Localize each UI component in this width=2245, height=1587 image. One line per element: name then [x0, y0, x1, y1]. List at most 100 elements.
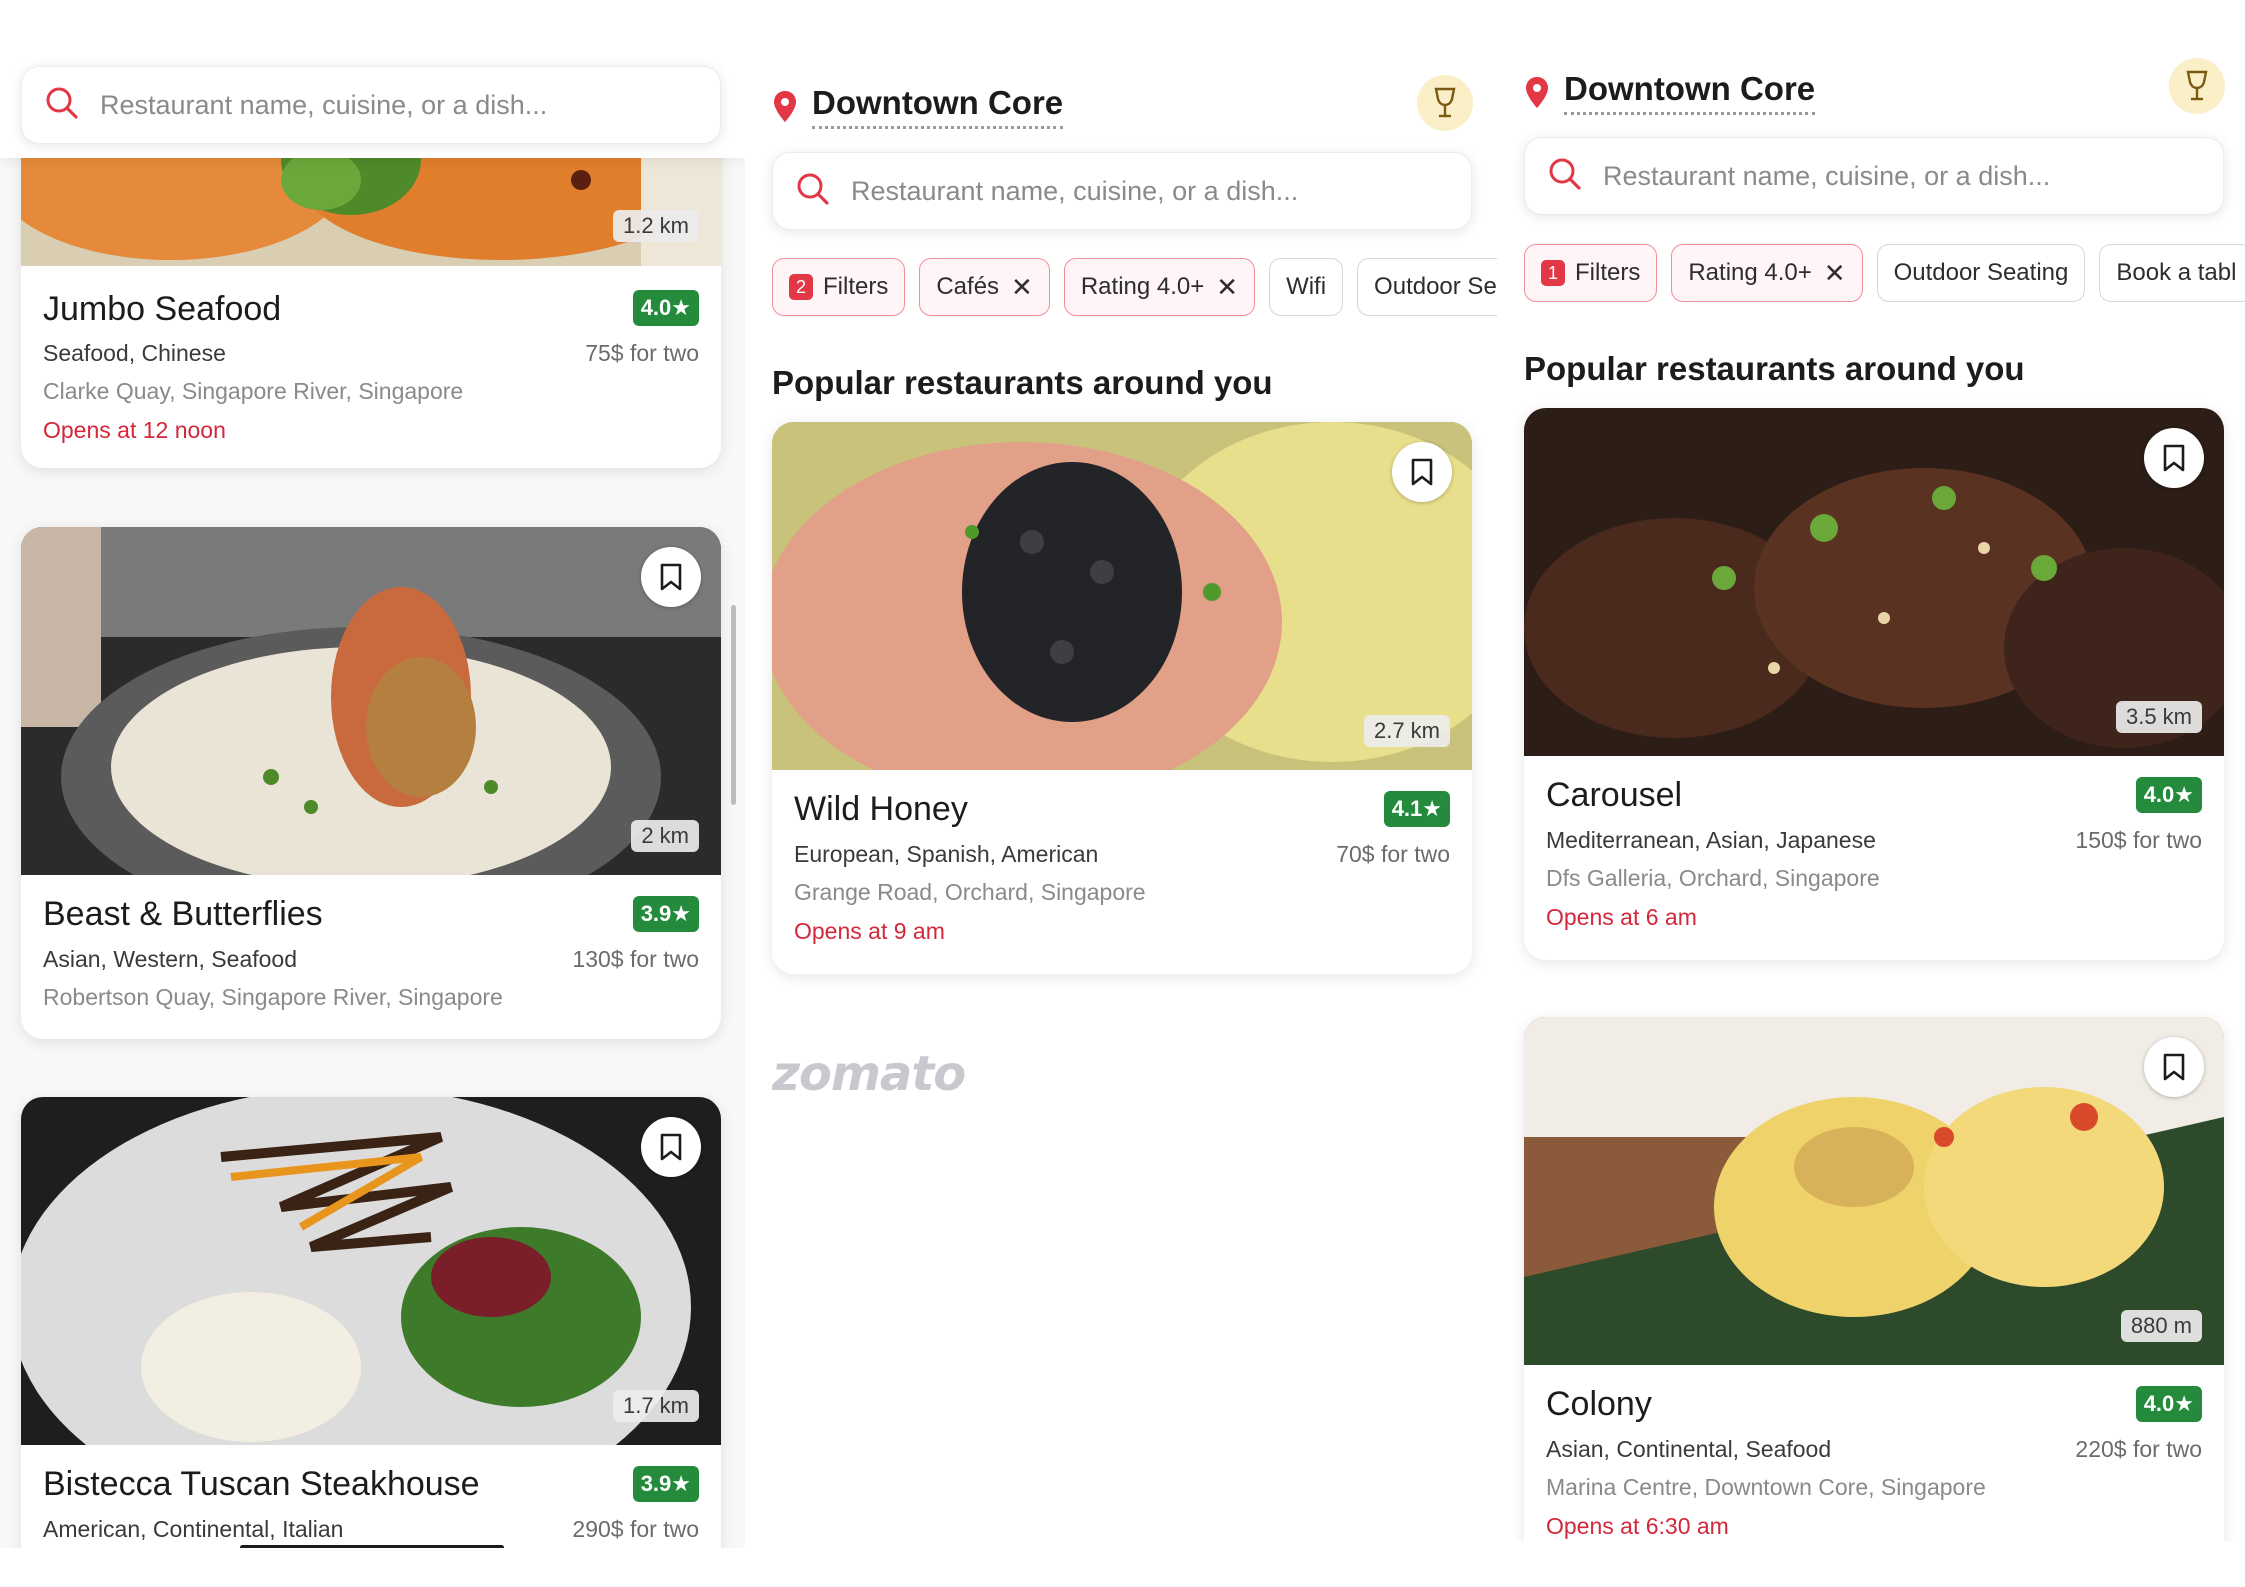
chip-label: Filters	[1575, 259, 1641, 286]
restaurant-name[interactable]: Carousel	[1546, 776, 1682, 815]
rating-badge: 4.1★	[1383, 791, 1450, 827]
collections-button[interactable]	[1417, 75, 1473, 131]
opening-time: Opens at 9 am	[794, 918, 945, 944]
distance-badge: 1.2 km	[612, 210, 699, 242]
price-text: 150$ for two	[2075, 827, 2202, 853]
bookmark-button[interactable]	[2144, 1037, 2204, 1097]
chip-wifi[interactable]: Wifi	[1269, 258, 1344, 316]
rating-badge: 3.9★	[632, 1466, 699, 1502]
location-name[interactable]: Downtown Core	[1564, 70, 1816, 115]
search-icon	[1547, 156, 1583, 197]
cuisine-text: Mediterranean, Asian, Japanese	[1546, 827, 1876, 853]
distance-badge: 1.7 km	[612, 1390, 699, 1422]
search-icon	[44, 85, 80, 126]
bookmark-icon	[2163, 1053, 2185, 1081]
address-text: Grange Road, Orchard, Singapore	[794, 879, 1146, 905]
chip-label: Outdoor Sea	[1374, 273, 1497, 300]
bookmark-button[interactable]	[641, 547, 701, 607]
address-text: Robertson Quay, Singapore River, Singapo…	[43, 984, 503, 1010]
zomato-logo: zomato	[772, 1046, 966, 1102]
opening-time: Opens at 6:30 am	[1546, 1513, 1729, 1539]
cuisine-text: Seafood, Chinese	[43, 340, 226, 366]
restaurant-card-bistecca[interactable]: 1.7 km Bistecca Tuscan Steakhouse 3.9★ A…	[21, 1097, 721, 1567]
location-pin-icon	[774, 90, 796, 122]
bookmark-icon	[660, 1133, 682, 1161]
location-name[interactable]: Downtown Core	[812, 84, 1064, 129]
restaurant-card-wild-honey[interactable]: 2.7 km Wild Honey 4.1★ European, Spanish…	[772, 422, 1472, 974]
wine-glass-icon	[1434, 87, 1456, 118]
bookmark-icon	[660, 563, 682, 591]
panel-rating-filter: Downtown Core Restaurant name, cuisine, …	[1504, 0, 2245, 1587]
chip-label: Rating 4.0+	[1688, 259, 1812, 286]
restaurant-name[interactable]: Bistecca Tuscan Steakhouse	[43, 1465, 480, 1504]
price-text: 75$ for two	[585, 340, 699, 366]
search-bar[interactable]: Restaurant name, cuisine, or a dish...	[1524, 137, 2224, 215]
restaurant-photo	[21, 527, 721, 875]
filter-chips: 1 Filters Rating 4.0+ ✕ Outdoor Seating …	[1524, 244, 2245, 302]
scrollbar[interactable]	[731, 605, 736, 805]
search-input[interactable]: Restaurant name, cuisine, or a dish...	[100, 90, 547, 121]
bookmark-button[interactable]	[2144, 428, 2204, 488]
chip-label: Filters	[823, 273, 889, 300]
search-input[interactable]: Restaurant name, cuisine, or a dish...	[851, 176, 1298, 207]
close-icon[interactable]: ✕	[1824, 258, 1846, 289]
cuisine-text: Asian, Western, Seafood	[43, 946, 297, 972]
bookmark-button[interactable]	[641, 1117, 701, 1177]
bottom-cutoff	[1504, 1541, 2245, 1587]
chip-outdoor-seating[interactable]: Outdoor Sea	[1357, 258, 1497, 316]
collections-button[interactable]	[2169, 58, 2225, 114]
chip-label: Outdoor Seating	[1893, 259, 2069, 286]
location-selector[interactable]: Downtown Core	[772, 84, 1064, 129]
chip-book-a-table[interactable]: Book a tabl	[2099, 244, 2245, 302]
restaurant-name[interactable]: Beast & Butterflies	[43, 895, 323, 934]
bookmark-icon	[1411, 458, 1433, 486]
cuisine-text: European, Spanish, American	[794, 841, 1099, 867]
restaurant-name[interactable]: Jumbo Seafood	[43, 290, 281, 329]
close-icon[interactable]: ✕	[1216, 272, 1238, 303]
wine-glass-icon	[2186, 70, 2208, 101]
restaurant-name[interactable]: Colony	[1546, 1385, 1652, 1424]
cuisine-text: Asian, Continental, Seafood	[1546, 1436, 1832, 1462]
distance-badge: 880 m	[2120, 1310, 2202, 1342]
price-text: 290$ for two	[572, 1516, 699, 1542]
chip-cafes[interactable]: Cafés ✕	[919, 258, 1050, 316]
search-icon	[795, 171, 831, 212]
restaurant-card-beast-butterflies[interactable]: 2 km Beast & Butterflies 3.9★ Asian, Wes…	[21, 527, 721, 1039]
location-selector[interactable]: Downtown Core	[1524, 70, 1816, 115]
chip-filters[interactable]: 1 Filters	[1524, 244, 1658, 302]
section-title: Popular restaurants around you	[1524, 350, 2025, 387]
restaurant-card-colony[interactable]: 880 m Colony 4.0★ Asian, Continental, Se…	[1524, 1017, 2224, 1577]
search-bar[interactable]: Restaurant name, cuisine, or a dish...	[772, 152, 1472, 230]
chip-rating[interactable]: Rating 4.0+ ✕	[1063, 258, 1256, 316]
chip-outdoor-seating[interactable]: Outdoor Seating	[1876, 244, 2086, 302]
chip-filters[interactable]: 2 Filters	[772, 258, 906, 316]
panel-results-scrolled: 1.2 km Jumbo Seafood 4.0★ Seafood, Chine…	[0, 0, 745, 1587]
chip-label: Wifi	[1286, 273, 1327, 300]
rating-badge: 3.9★	[632, 896, 699, 932]
restaurant-photo	[1524, 1017, 2224, 1365]
filter-chips: 2 Filters Cafés ✕ Rating 4.0+ ✕ Wifi Out…	[772, 258, 1497, 316]
search-bar[interactable]: Restaurant name, cuisine, or a dish...	[21, 66, 721, 144]
distance-badge: 2 km	[631, 820, 699, 852]
price-text: 70$ for two	[1336, 841, 1450, 867]
panel-cafes-filter: Downtown Core Restaurant name, cuisine, …	[752, 0, 1497, 1587]
filter-count-badge: 2	[789, 274, 813, 300]
address-text: Clarke Quay, Singapore River, Singapore	[43, 378, 464, 404]
chip-rating[interactable]: Rating 4.0+ ✕	[1671, 244, 1863, 302]
distance-badge: 2.7 km	[1363, 715, 1450, 747]
chip-label: Book a tabl	[2116, 259, 2237, 286]
opening-time: Opens at 6 am	[1546, 904, 1697, 930]
rating-badge: 4.0★	[632, 290, 699, 326]
address-text: Marina Centre, Downtown Core, Singapore	[1546, 1474, 1986, 1500]
bookmark-icon	[2163, 444, 2185, 472]
opening-time: Opens at 12 noon	[43, 417, 226, 443]
close-icon[interactable]: ✕	[1011, 272, 1033, 303]
search-input[interactable]: Restaurant name, cuisine, or a dish...	[1603, 161, 2050, 192]
restaurant-name[interactable]: Wild Honey	[794, 790, 968, 829]
price-text: 130$ for two	[572, 946, 699, 972]
rating-badge: 4.0★	[2135, 777, 2202, 813]
chip-label: Cafés	[936, 273, 1000, 300]
price-text: 220$ for two	[2075, 1436, 2202, 1462]
restaurant-card-carousel[interactable]: 3.5 km Carousel 4.0★ Mediterranean, Asia…	[1524, 408, 2224, 960]
bookmark-button[interactable]	[1392, 442, 1452, 502]
